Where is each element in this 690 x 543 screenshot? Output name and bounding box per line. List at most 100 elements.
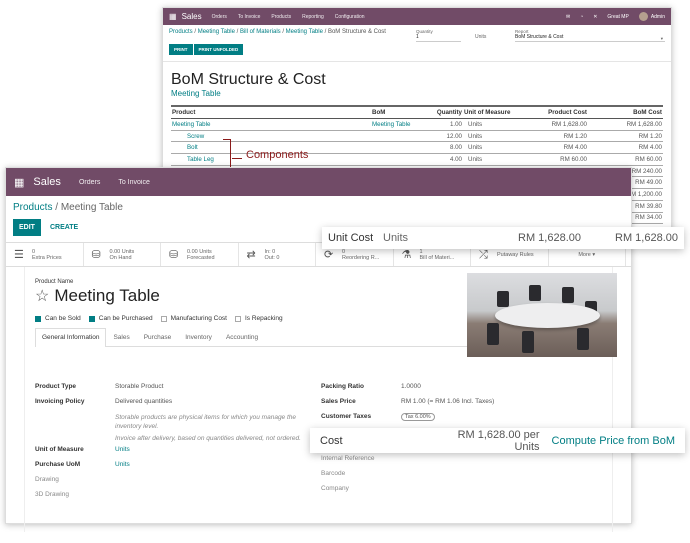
menu-to-invoice[interactable]: To Invoice <box>118 179 150 186</box>
checkbox-label: Is Repacking <box>245 315 283 322</box>
breadcrumb-products[interactable]: Products <box>169 29 193 35</box>
bom-row-bom[interactable] <box>371 141 433 155</box>
user-menu[interactable]: Admin <box>638 12 665 21</box>
compute-price-from-bom-button[interactable]: Compute Price from BoM <box>552 435 675 447</box>
bom-row[interactable]: Bolt 8.00 Units RM 4.00 RM 4.00 <box>171 141 663 155</box>
bom-row[interactable]: Meeting Table Meeting Table 1.00 Units RM 1,… <box>171 118 663 131</box>
product-checkboxes: Can be Sold Can be Purchased Manufacturing… <box>35 315 285 322</box>
drawing-label: Drawing <box>35 476 59 483</box>
activity-icon[interactable]: ◔ <box>580 14 583 20</box>
smart-button-text: 0 Extra Prices <box>32 249 62 261</box>
customer-tax-tag[interactable]: Tax 6.00% <box>401 413 435 421</box>
bom-row[interactable]: Table Leg 4.00 Units RM 60.00 RM 60.00 <box>171 153 663 166</box>
breadcrumb-meeting-table[interactable]: Meeting Table <box>198 29 235 35</box>
quantity-value[interactable]: 1 <box>416 34 461 40</box>
unit-cost-bom-cost: RM 1,628.00 <box>615 232 678 244</box>
checkbox-is-repacking[interactable]: Is Repacking <box>235 315 283 322</box>
tab-purchase[interactable]: Purchase <box>137 328 178 346</box>
checkbox-label: Can be Sold <box>45 315 81 322</box>
bom-row-product[interactable]: Screw <box>171 130 371 143</box>
bom-row-bom[interactable] <box>371 153 433 166</box>
smart-button-cubes[interactable]: ⛁ 0.00 Units Forecasted <box>161 243 239 266</box>
app-name[interactable]: Sales <box>182 12 202 21</box>
product-type-hint: Storable products are physical items for… <box>115 414 297 430</box>
app-name[interactable]: Sales <box>33 176 61 188</box>
tab-general-information[interactable]: General Information <box>35 328 107 347</box>
bom-row-bom[interactable]: Meeting Table <box>371 118 433 131</box>
cost-label: Cost <box>320 434 343 447</box>
breadcrumb-meeting-table-2[interactable]: Meeting Table <box>286 29 323 35</box>
report-subtitle: Meeting Table <box>171 89 221 98</box>
invoicing-policy-value[interactable]: Delivered quantities <box>115 398 172 405</box>
product-type-value[interactable]: Storable Product <box>115 383 163 390</box>
tab-sales[interactable]: Sales <box>106 328 136 346</box>
tab-inventory[interactable]: Inventory <box>178 328 219 346</box>
left-field-group: Product Type Storable Product Invoicing P… <box>35 383 305 506</box>
smart-button-text: Putaway Rules <box>497 252 534 258</box>
smart-button-value: Putaway Rules <box>497 251 534 258</box>
breadcrumb-products[interactable]: Products <box>13 202 52 213</box>
smart-button-exchange[interactable]: ⇄ In: 0 Out: 0 <box>239 243 316 266</box>
tab-accounting[interactable]: Accounting <box>219 328 265 346</box>
bom-row-product-cost: RM 1.20 <box>523 130 588 143</box>
bom-row[interactable]: Screw 12.00 Units RM 1.20 RM 1.20 <box>171 130 663 143</box>
smart-button-list[interactable]: ☰ 0 Extra Prices <box>6 243 84 266</box>
uom-value[interactable]: Units <box>115 446 130 453</box>
menu-orders[interactable]: Orders <box>79 179 100 186</box>
packing-ratio-label: Packing Ratio <box>321 383 364 390</box>
checkbox-box[interactable] <box>235 315 241 322</box>
bom-row-uom: Units <box>463 130 523 143</box>
debug-icon[interactable]: ✕ <box>593 14 597 20</box>
smart-button-label: Forecasted <box>187 254 215 261</box>
checkbox-manufacturing-cost[interactable]: Manufacturing Cost <box>160 315 227 322</box>
table-top <box>495 303 600 328</box>
checkbox-box[interactable] <box>160 315 167 322</box>
breadcrumb-bom[interactable]: Bill of Materials <box>240 29 281 35</box>
checkbox-box[interactable] <box>35 315 41 322</box>
sales-price-value[interactable]: RM 1.00 (= RM 1.06 Incl. Taxes) <box>401 398 494 405</box>
company-switcher[interactable]: Great MP <box>607 14 628 20</box>
bom-row-bom-cost: RM 1.20 <box>588 130 663 143</box>
invoicing-policy-label: Invoicing Policy <box>35 398 85 405</box>
menu-orders[interactable]: Orders <box>212 14 227 20</box>
bom-row-bom[interactable] <box>371 130 433 143</box>
print-button[interactable]: PRINT <box>169 44 193 55</box>
product-image[interactable] <box>467 273 617 357</box>
checkbox-box[interactable] <box>88 315 95 322</box>
quantity-field[interactable]: Quantity 1 <box>416 29 461 42</box>
bom-row-product[interactable]: Meeting Table <box>171 118 371 131</box>
print-unfolded-button[interactable]: PRINT UNFOLDED <box>193 44 244 55</box>
bom-row-uom: Units <box>463 118 523 131</box>
apps-grid-icon[interactable]: ▦ <box>169 12 177 21</box>
edit-button[interactable]: EDIT <box>13 219 41 236</box>
star-icon[interactable]: ☆ <box>35 286 49 306</box>
barcode-label: Barcode <box>321 470 346 477</box>
menu-reporting[interactable]: Reporting <box>302 14 324 20</box>
purchase-uom-value[interactable]: Units <box>115 461 130 468</box>
bom-row-bom-cost: RM 60.00 <box>588 153 663 166</box>
smart-button-label: On Hand <box>109 254 132 261</box>
breadcrumb: Products / Meeting Table / Bill of Mater… <box>169 29 386 35</box>
smart-button-label: Extra Prices <box>32 254 62 261</box>
bom-row-quantity: 1.00 <box>433 118 463 131</box>
checkbox-can-be-purchased[interactable]: Can be Purchased <box>88 315 153 322</box>
cost-value: RM 1,628.00 per Units <box>457 428 540 453</box>
smart-button-cubes[interactable]: ⛁ 0.00 Units On Hand <box>84 243 161 266</box>
create-button[interactable]: CREATE <box>45 219 83 236</box>
product-name[interactable]: Meeting Table <box>54 286 160 306</box>
col-bom-cost: BoM Cost <box>588 105 663 119</box>
menu-products[interactable]: Products <box>271 14 291 20</box>
checkbox-can-be-sold[interactable]: Can be Sold <box>35 315 81 322</box>
customer-taxes-label: Customer Taxes <box>321 413 372 420</box>
bom-row-quantity: 12.00 <box>433 130 463 143</box>
report-select[interactable]: Report BoM Structure & Cost ▾ <box>515 29 665 42</box>
cost-popup: Cost RM 1,628.00 per Units Compute Price… <box>310 428 685 453</box>
col-product: Product <box>171 105 371 119</box>
apps-grid-icon[interactable]: ▦ <box>14 176 24 189</box>
smart-button-label: Bill of Materi... <box>419 254 455 261</box>
menu-configuration[interactable]: Configuration <box>335 14 365 20</box>
chevron-down-icon: ▾ <box>660 36 663 41</box>
menu-to-invoice[interactable]: To Invoice <box>238 14 261 20</box>
chat-icon[interactable]: ✉ <box>566 14 570 20</box>
packing-ratio-value[interactable]: 1.0000 <box>401 383 421 390</box>
